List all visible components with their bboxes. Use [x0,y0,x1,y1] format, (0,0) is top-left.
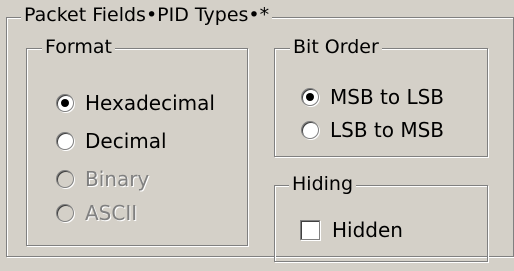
packet-fields-title: Packet Fields•PID Types•* [21,2,273,28]
radio-msb-to-lsb-label: MSB to LSB [330,85,445,109]
radio-decimal-label: Decimal [85,129,167,153]
radio-checked-icon[interactable] [301,88,319,106]
hiding-title: Hiding [289,171,357,197]
radio-lsb-to-msb-label: LSB to MSB [330,118,445,142]
radio-ascii: ASCII [56,201,137,225]
radio-lsb-to-msb[interactable]: LSB to MSB [301,118,444,142]
hidden-checkbox-label: Hidden [332,218,403,242]
hidden-checkbox[interactable]: Hidden [300,218,403,242]
radio-unchecked-icon [56,170,74,188]
radio-binary: Binary [56,167,149,191]
radio-ascii-label: ASCII [85,201,138,225]
checkbox-icon[interactable] [300,220,320,240]
radio-msb-to-lsb[interactable]: MSB to LSB [301,85,444,109]
radio-unchecked-icon[interactable] [56,132,74,150]
radio-unchecked-icon[interactable] [301,121,319,139]
radio-binary-label: Binary [85,167,150,191]
format-title: Format [42,34,115,60]
radio-decimal[interactable]: Decimal [56,129,167,153]
radio-hexadecimal[interactable]: Hexadecimal [56,91,215,115]
radio-unchecked-icon [56,204,74,222]
bit-order-title: Bit Order [290,34,382,60]
radio-hexadecimal-label: Hexadecimal [85,91,215,115]
radio-checked-icon[interactable] [56,94,74,112]
